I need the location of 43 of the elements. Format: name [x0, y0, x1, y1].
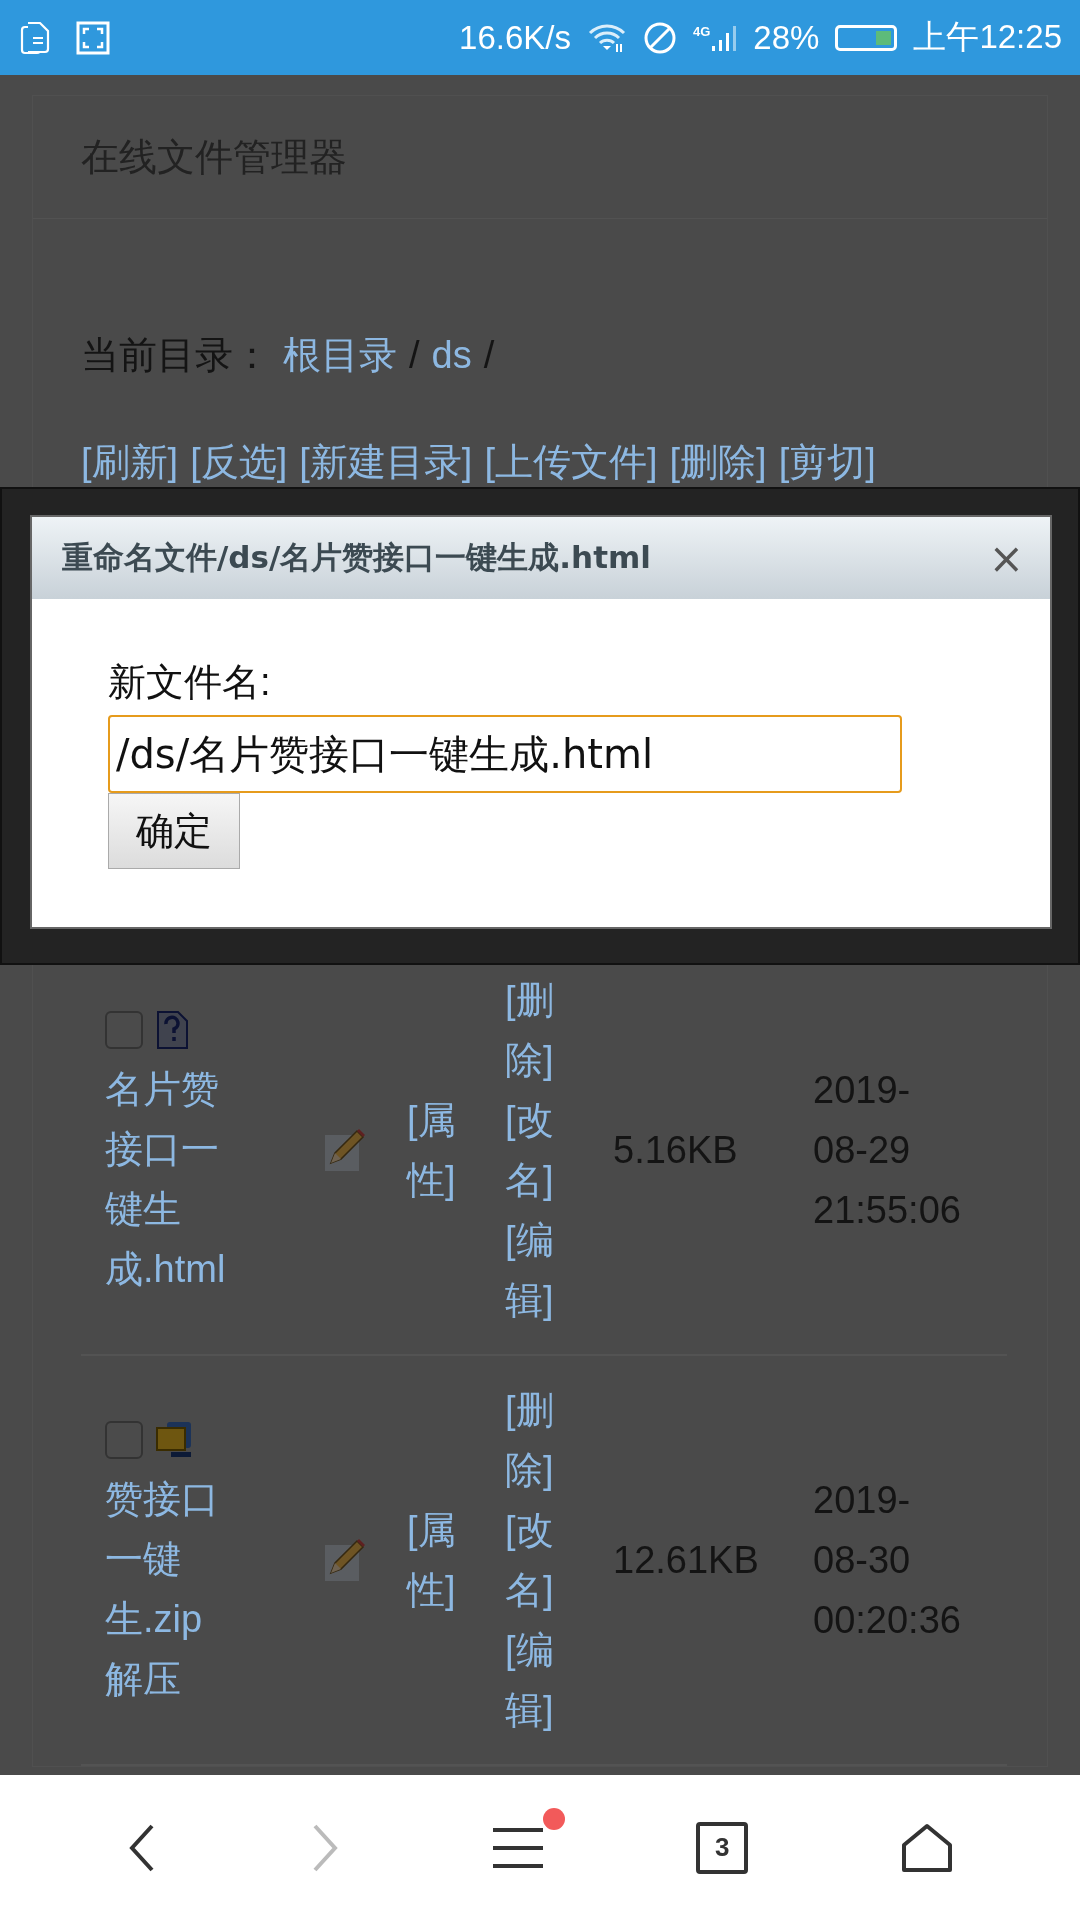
breadcrumb-link[interactable]: 根目录	[283, 325, 397, 385]
file-action-link[interactable]: [删除]	[505, 1380, 567, 1500]
battery-icon	[835, 24, 898, 51]
confirm-button[interactable]: 确定	[108, 793, 240, 869]
file-action-link[interactable]: [改名]	[505, 1500, 567, 1620]
action-link[interactable]: [上传文件]	[484, 440, 658, 484]
wifi-icon	[587, 21, 627, 54]
properties-link[interactable]: [属性]	[407, 1090, 469, 1210]
signal-icon	[711, 23, 738, 52]
properties-link[interactable]: [属性]	[407, 1500, 469, 1620]
notes-icon	[20, 20, 50, 55]
dialog-title: 重命名文件/ds/名片赞接口一键生成.html	[62, 538, 651, 577]
file-action-link[interactable]: [改名]	[505, 1090, 567, 1210]
network-type: 4G	[693, 23, 711, 39]
screenshot-icon	[76, 20, 110, 55]
battery-percent: 28%	[753, 18, 820, 57]
path-separator: /	[483, 333, 495, 378]
action-link[interactable]: [反选]	[190, 440, 288, 484]
action-link[interactable]: [剪切]	[778, 440, 876, 484]
checkbox[interactable]	[105, 1421, 143, 1459]
field-label: 新文件名:	[108, 660, 272, 705]
home-icon	[901, 1822, 954, 1873]
clock: 上午12:25	[913, 17, 1062, 57]
file-action-link[interactable]: [编辑]	[505, 1620, 567, 1740]
file-name-link[interactable]: 名片赞接口一键生成.html	[105, 1059, 235, 1299]
action-link[interactable]: [删除]	[669, 440, 767, 484]
breadcrumb-link[interactable]: ds	[431, 325, 472, 385]
tabs-button[interactable]: 3	[696, 1821, 749, 1874]
file-action-link[interactable]: [编辑]	[505, 1210, 567, 1330]
checkbox[interactable]	[105, 1011, 143, 1049]
action-link[interactable]: [新建目录]	[299, 440, 473, 484]
pencil-icon	[325, 1537, 365, 1583]
action-link[interactable]: [刷新]	[81, 440, 179, 484]
filename-field[interactable]: /ds/名片赞接口一键生成.html	[108, 715, 902, 793]
menu-icon	[492, 1825, 543, 1870]
network-speed: 16.6K/s	[459, 18, 571, 57]
file-name-link[interactable]: 赞接口一键生.zip解压	[105, 1469, 235, 1709]
no-sim-icon	[643, 20, 677, 55]
path-separator: /	[409, 333, 420, 378]
file-action-link[interactable]: [删除]	[505, 970, 567, 1090]
question-file-icon	[155, 1010, 189, 1050]
pencil-icon	[325, 1127, 365, 1173]
close-button[interactable]: ×	[988, 533, 1024, 583]
